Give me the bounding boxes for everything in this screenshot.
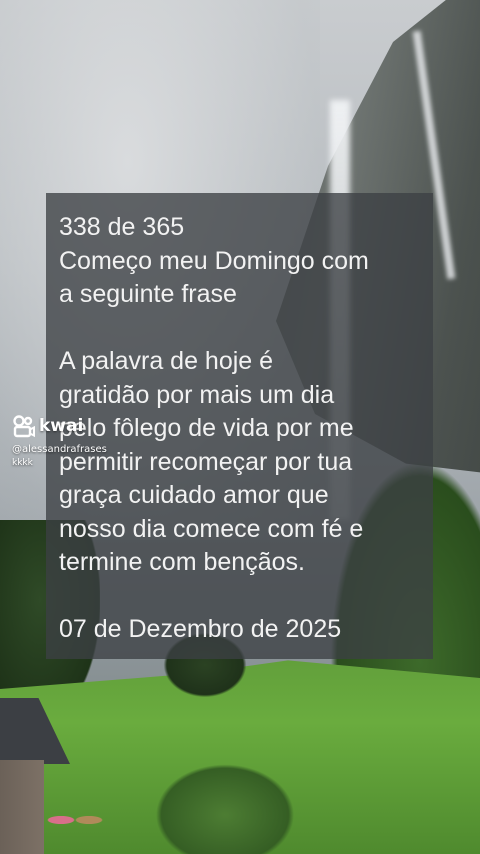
quote-line: permitir recomeçar por tua <box>59 447 353 476</box>
kwai-username: @alessandrafrases <box>12 444 107 455</box>
quote-line: Começo meu Domingo com <box>59 246 369 275</box>
quote-line: pelo fôlego de vida por me <box>59 414 354 442</box>
kwai-watermark: kwai <box>12 414 83 438</box>
kwai-extra-text: kkkk <box>12 458 33 468</box>
quote-text: 338 de 365 Começo meu Domingo com a segu… <box>59 211 429 647</box>
quote-overlay: 338 de 365 Começo meu Domingo com a segu… <box>46 193 433 659</box>
chalet-wall <box>0 760 44 854</box>
quote-line: gratidão por mais um dia <box>59 380 335 409</box>
kwai-brand: kwai <box>39 416 84 436</box>
chalet-roof <box>0 698 70 764</box>
quote-line: termine com bençãos. <box>59 548 305 576</box>
quote-line: graça cuidado amor que <box>59 481 329 509</box>
quote-line: nosso dia comece com fé e <box>59 514 364 543</box>
quote-line: a seguinte frase <box>59 280 237 308</box>
quote-date: 07 de Dezembro de 2025 <box>59 615 342 643</box>
kwai-logo-icon <box>13 415 35 438</box>
people-group <box>40 805 110 835</box>
bush <box>150 760 300 854</box>
quote-day-counter: 338 de 365 <box>59 213 185 241</box>
quote-line: A palavra de hoje é <box>59 347 274 375</box>
